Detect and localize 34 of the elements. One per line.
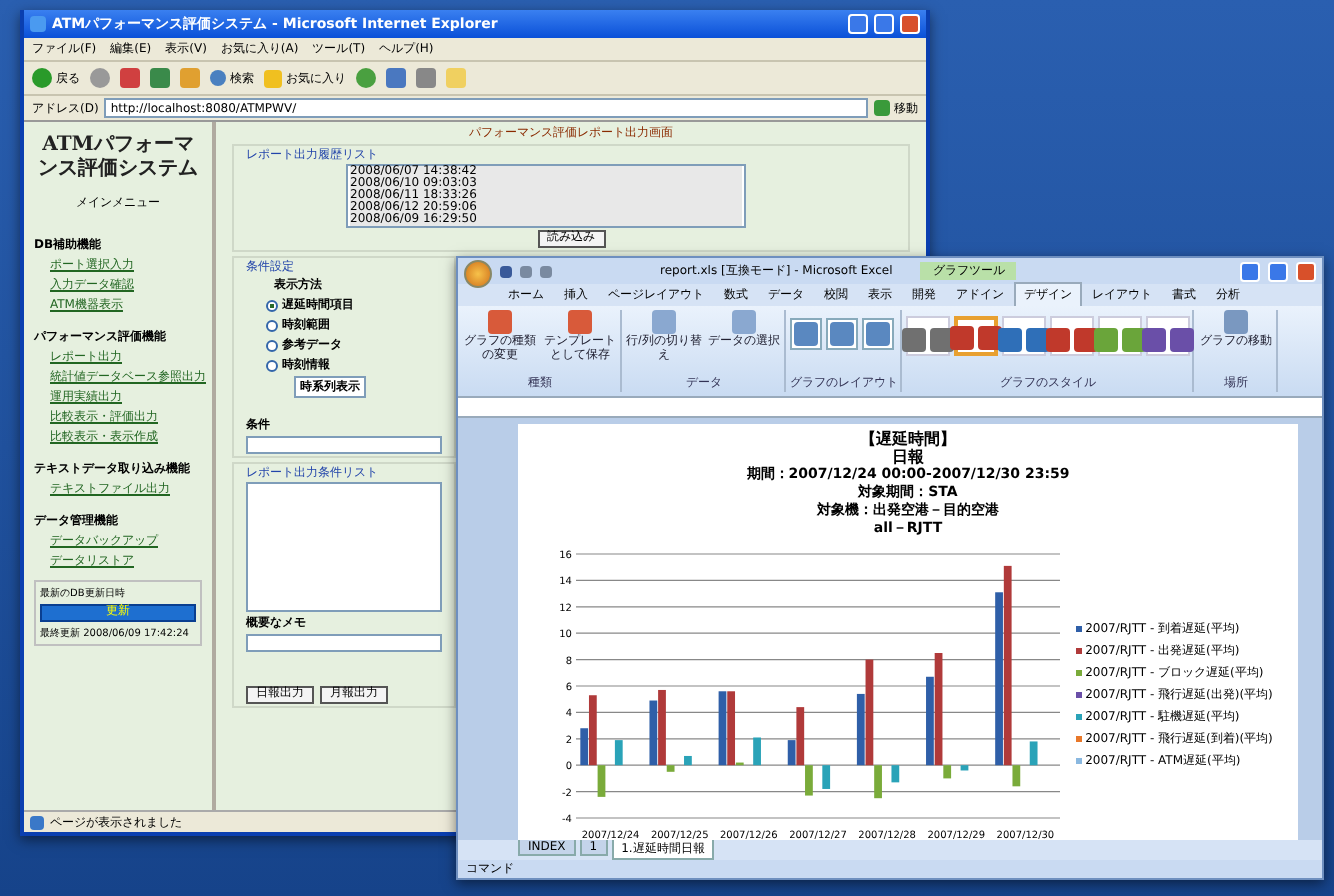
layout-button[interactable] [826,318,858,350]
chart-bar [683,755,691,766]
chart-bar [890,765,899,783]
formula-bar[interactable] [458,398,1322,418]
chart-bar [1028,741,1037,766]
maximize-button[interactable] [874,14,894,34]
minimize-button[interactable] [848,14,868,34]
output-list[interactable] [246,482,442,612]
chart-style-button[interactable] [1146,316,1190,356]
chart-title: 日報 [892,448,924,466]
minimize-button[interactable] [1240,261,1260,281]
layout-button[interactable] [862,318,894,350]
chart-style-button[interactable] [1050,316,1094,356]
layout-button[interactable] [790,318,822,350]
condition-field[interactable] [246,436,442,454]
chart-bar [752,737,761,766]
system-title: ATMパフォーマンス評価システム [36,134,200,182]
radio-button[interactable] [266,339,278,351]
radio-button[interactable] [266,299,278,311]
close-button[interactable] [900,14,920,34]
chart-style-button[interactable] [954,316,998,356]
chart-style-button[interactable] [1002,316,1046,356]
chart-style-button[interactable] [906,316,950,356]
radio-button[interactable] [266,359,278,371]
office-button[interactable] [464,260,492,288]
chart-title: 【遅延時間】 [860,430,956,448]
close-button[interactable] [1296,261,1316,281]
radio-button[interactable] [266,319,278,331]
chart-bar [614,740,622,766]
chart-style-button[interactable] [1098,316,1142,356]
chart-bar [821,765,830,789]
memo-field[interactable] [246,634,442,652]
maximize-button[interactable] [1268,261,1288,281]
chart-bar [959,765,968,771]
